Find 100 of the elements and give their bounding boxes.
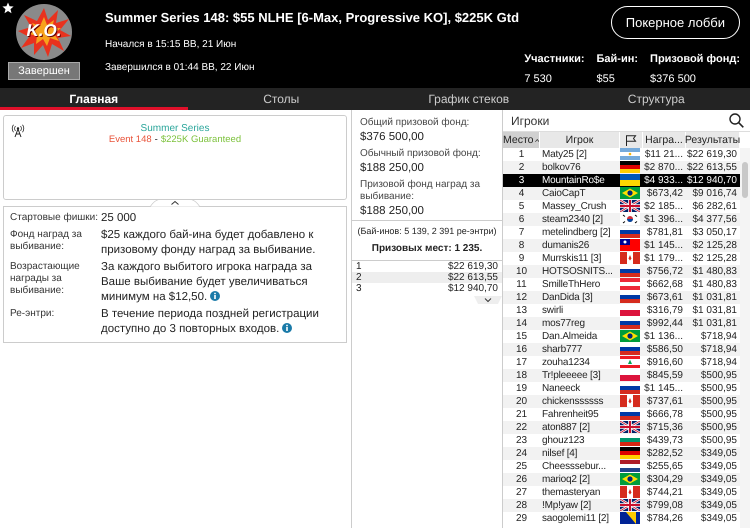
- player-row[interactable]: 19 Naneeck $1 145... $500,95: [503, 382, 740, 395]
- payout-place: 1: [356, 261, 362, 272]
- info-icon[interactable]: [210, 291, 220, 301]
- player-row[interactable]: 1 Maty25 [2] $11 21... $22 619,30: [503, 148, 740, 161]
- flag-icon: [620, 369, 640, 381]
- tab[interactable]: Главная: [0, 88, 188, 110]
- result-cell-text: $500,95: [700, 395, 738, 408]
- tab[interactable]: График стеков: [375, 88, 562, 110]
- player-row[interactable]: 20 chickenssssss $737,61 $500,95: [503, 395, 740, 408]
- player-row[interactable]: 28 !Mp!yaw [2] $799,08 $349,05: [503, 499, 740, 512]
- tab[interactable]: Столы: [188, 88, 375, 110]
- place-cell-text: 11: [515, 278, 528, 291]
- player-name: !Mp!yaw [2]: [541, 499, 592, 512]
- player-row[interactable]: 25 Cheesssebur... $255,65 $349,05: [503, 460, 740, 473]
- player-name: Fahrenheit95: [541, 408, 600, 421]
- flag-icon: [620, 356, 640, 368]
- payout-amount: $22 619,30: [448, 261, 498, 272]
- column-header[interactable]: Место: [503, 132, 540, 148]
- flag-icon: [620, 330, 640, 342]
- ko-logo-icon: [16, 4, 72, 60]
- player-row[interactable]: 22 aton887 [2] $715,36 $500,95: [503, 421, 740, 434]
- result-cell-text: $9 016,74: [692, 187, 738, 200]
- player-row[interactable]: 24 nilsef [4] $282,52 $349,05: [503, 447, 740, 460]
- player-row[interactable]: 2 bolkov76 $2 870... $22 613,55: [503, 161, 740, 174]
- place-cell-text: 15: [514, 330, 528, 343]
- result-cell-text: $2 125,28: [692, 239, 738, 252]
- player-row[interactable]: 13 swirli $316,79 $1 031,81: [503, 304, 740, 317]
- flag-icon: [620, 421, 640, 433]
- player-row[interactable]: 6 steam2340 [2] $1 396... $4 377,56: [503, 213, 740, 226]
- bounty-cell-text: $784,26: [646, 512, 684, 525]
- player-row[interactable]: 17 zouha1234 $916,60 $718,94: [503, 356, 740, 369]
- player-row[interactable]: 11 SmilleThHero $662,68 $1 480,83: [503, 278, 740, 291]
- result-cell-text: $349,05: [700, 460, 738, 473]
- player-row[interactable]: 16 sharb777 $586,50 $718,94: [503, 343, 740, 356]
- player-row[interactable]: 29 saogolemi11 [2] $784,26 $349,05: [503, 512, 740, 525]
- player-row[interactable]: 18 Tr!pleeeee [3] $845,59 $500,95: [503, 369, 740, 382]
- flag-icon: [620, 473, 640, 485]
- result-cell-text: $3 050,17: [692, 226, 738, 239]
- flag-icon: [620, 343, 640, 355]
- stat-value: $55: [596, 73, 616, 85]
- column-header[interactable]: Игрок: [540, 132, 620, 148]
- player-row[interactable]: 3 MountainRo$e $4 933... $12 940,70: [503, 174, 740, 187]
- flag-icon: [620, 161, 640, 173]
- place-cell-text: 2: [518, 161, 526, 174]
- column-header[interactable]: [620, 132, 643, 148]
- bounty-cell-text: $666,78: [646, 408, 684, 421]
- radio-tower-icon: [11, 124, 25, 138]
- player-row[interactable]: 26 marioq2 [2] $304,29 $349,05: [503, 473, 740, 486]
- search-field[interactable]: Игроки: [511, 114, 729, 128]
- place-cell-text: 21: [514, 408, 528, 421]
- stat-label: Призовой фонд:: [650, 53, 740, 65]
- result-cell-text: $718,94: [700, 330, 738, 343]
- player-row[interactable]: 27 themasteryan $744,21 $349,05: [503, 486, 740, 499]
- flag-icon: [620, 239, 640, 251]
- expand-toggle[interactable]: [474, 296, 502, 304]
- player-row[interactable]: 9 Murrskis11 [3] $1 179... $2 125,28: [503, 252, 740, 265]
- bounty-cell-text: $2 870...: [643, 161, 684, 174]
- flag-icon: [620, 200, 640, 212]
- detail-value: В течение периода поздней регистрации доступно до 3 повторных входов.: [101, 307, 320, 337]
- result-cell-text: $349,05: [700, 473, 738, 486]
- player-name: steam2340 [2]: [541, 213, 604, 226]
- player-row[interactable]: 12 DanDida [3] $673,61 $1 031,81: [503, 291, 740, 304]
- place-cell-text: 25: [514, 460, 528, 473]
- player-row[interactable]: 14 mos77reg $992,44 $1 031,81: [503, 317, 740, 330]
- player-name: swirli: [541, 304, 564, 317]
- bounty-cell-text: $2 185...: [643, 200, 684, 213]
- star-icon[interactable]: [2, 2, 14, 14]
- lobby-button[interactable]: Покерное лобби: [610, 6, 740, 39]
- result-cell-text: $718,94: [700, 356, 738, 369]
- scrollbar[interactable]: [740, 148, 750, 528]
- logo-text: K.O.: [26, 21, 62, 41]
- flag-icon: [620, 187, 640, 199]
- player-name: dumanis26: [541, 239, 590, 252]
- player-name: Dan.Almeida: [541, 330, 598, 343]
- stat-value: 7 530: [524, 73, 553, 85]
- bounty-cell-text: $992,44: [646, 317, 684, 330]
- tab[interactable]: Структура: [562, 88, 750, 110]
- player-row[interactable]: 4 CaioCapT $673,42 $9 016,74: [503, 187, 740, 200]
- column-header[interactable]: Результаты: [686, 132, 740, 148]
- search-icon[interactable]: [729, 113, 744, 128]
- player-row[interactable]: 15 Dan.Almeida $1 136... $718,94: [503, 330, 740, 343]
- player-row[interactable]: 8 dumanis26 $1 145... $2 125,28: [503, 239, 740, 252]
- payout-place: 2: [356, 272, 362, 283]
- place-cell-text: 18: [514, 369, 528, 382]
- player-row[interactable]: 10 HOTSOSNITS... $756,72 $1 480,83: [503, 265, 740, 278]
- info-icon[interactable]: [282, 323, 292, 333]
- pool-label: Призовой фонд наград за выбивание:: [360, 179, 482, 203]
- player-row[interactable]: 23 ghouz123 $439,73 $500,95: [503, 434, 740, 447]
- collapse-toggle[interactable]: [150, 199, 200, 207]
- detail-value: За каждого выбитого игрока награда за Ваше выбивание будет увеличиваться минимум на $12,50.: [101, 260, 313, 305]
- player-name: HOTSOSNITS...: [541, 265, 614, 278]
- player-row[interactable]: 7 metelindberg [2] $781,81 $3 050,17: [503, 226, 740, 239]
- result-cell-text: $1 031,81: [692, 304, 738, 317]
- player-row[interactable]: 21 Fahrenheit95 $666,78 $500,95: [503, 408, 740, 421]
- flag-icon: [620, 291, 640, 303]
- end-time: Завершился в 01:44 ВВ, 22 Июн: [105, 62, 256, 73]
- flag-icon: [625, 134, 637, 146]
- result-cell-text: $1 480,83: [692, 278, 738, 291]
- result-cell-text: $500,95: [700, 369, 738, 382]
- column-header[interactable]: Награ...: [643, 132, 686, 148]
